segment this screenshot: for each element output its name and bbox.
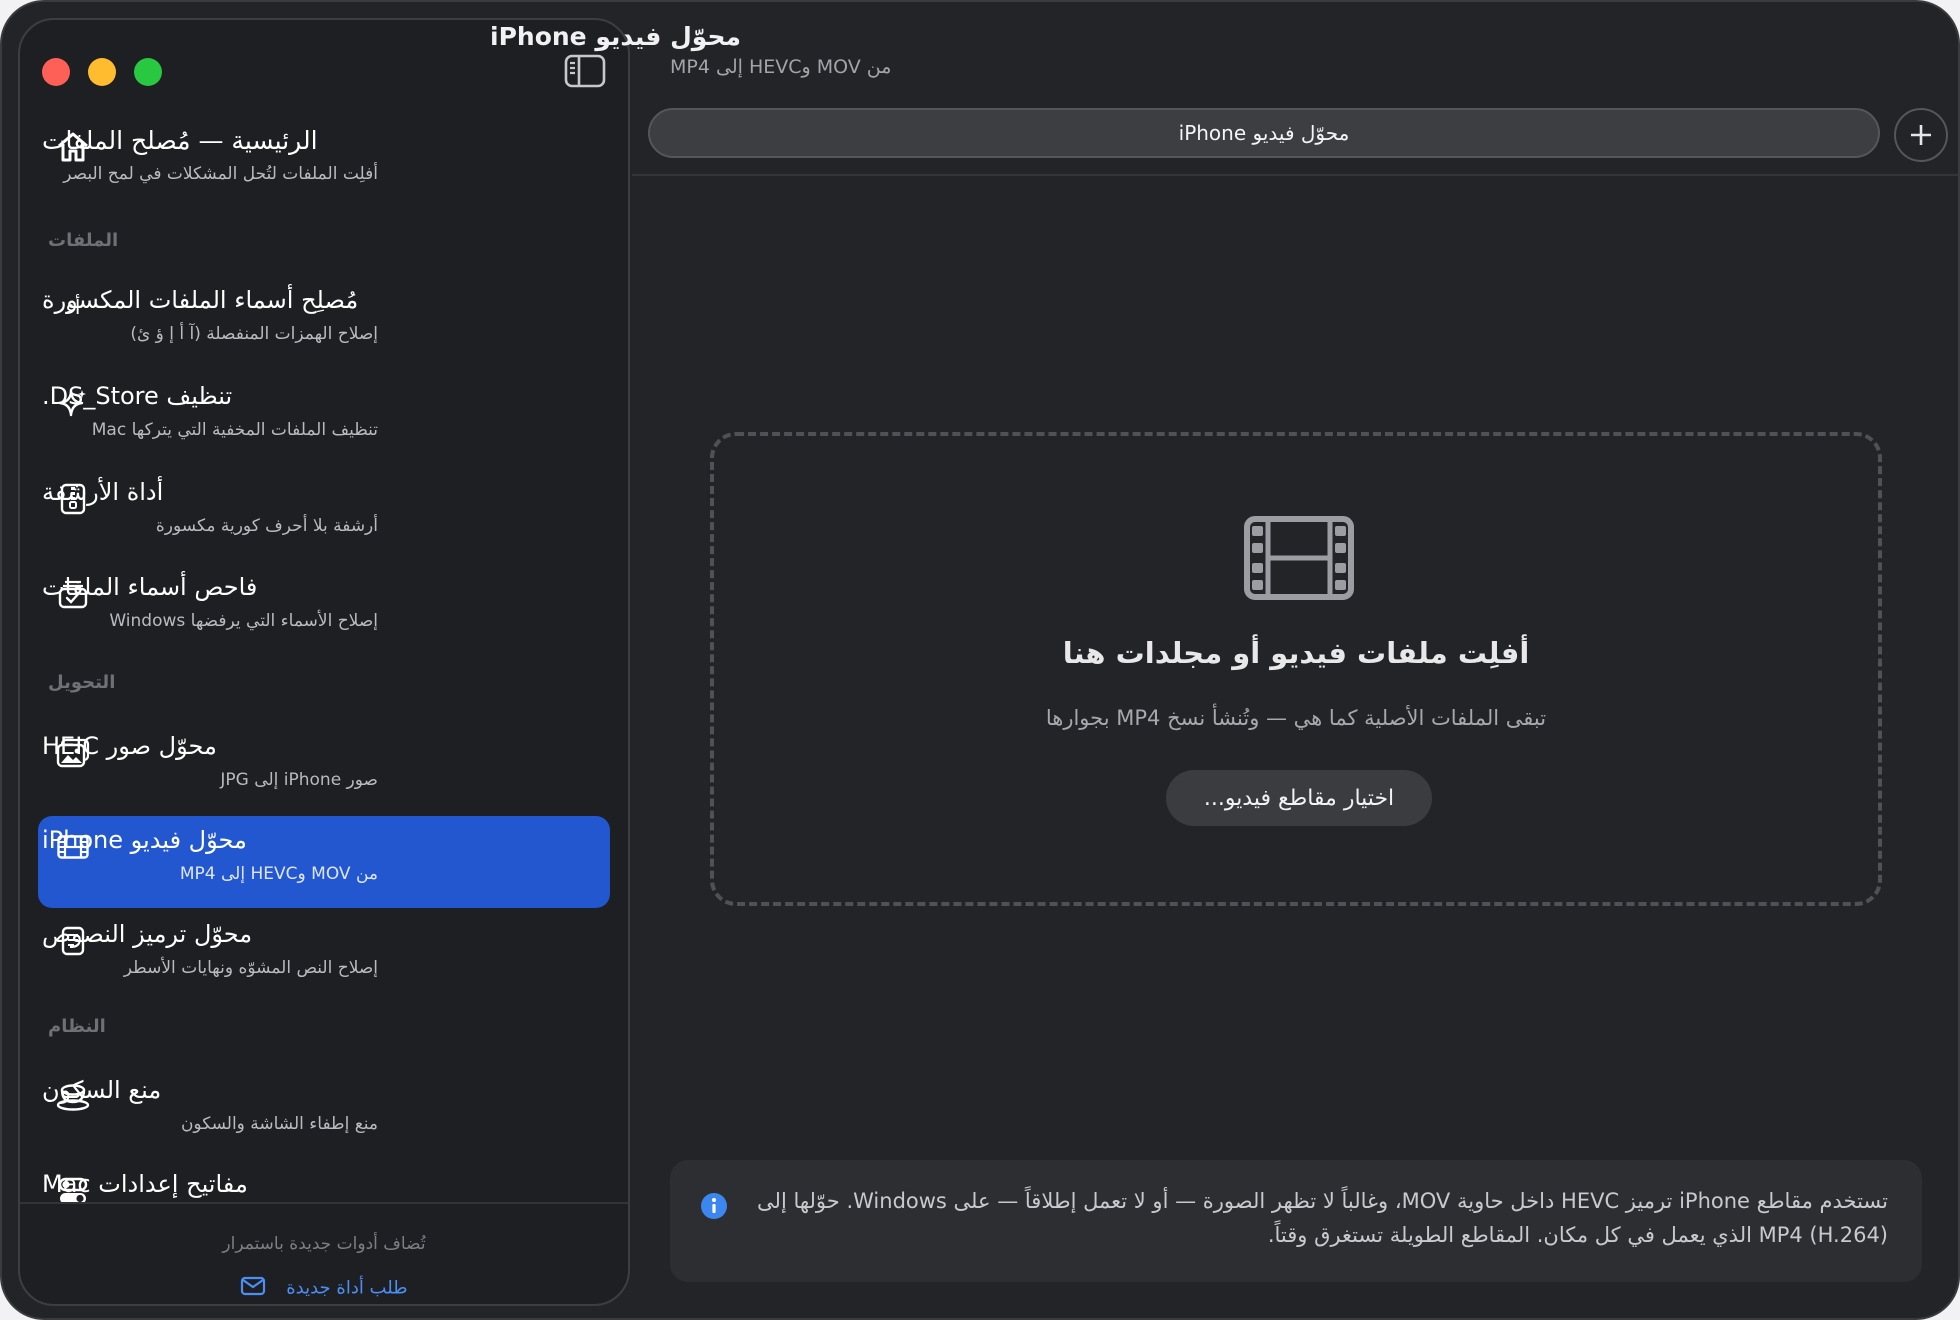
sidebar-item-subtitle: منع إطفاء الشاشة والسكون xyxy=(180,1114,378,1134)
sidebar-item-home[interactable]: الرئيسية — مُصلح الملفات أفلِت الملفات ل… xyxy=(38,116,610,208)
tab-label: محوّل فيديو iPhone xyxy=(1178,121,1350,145)
sidebar-item-subtitle: أرشفة بلا أحرف كورية مكسورة xyxy=(155,516,378,536)
zoom-window-button[interactable] xyxy=(134,58,162,86)
sidebar-item-title: تنظيف DS_Store. xyxy=(42,382,233,410)
request-tool-link[interactable]: طلب أداة جديدة xyxy=(20,1276,628,1301)
sidebar-item-title: منع السكون xyxy=(42,1076,162,1104)
info-banner: تستخدم مقاطع iPhone ترميز HEVC داخل حاوي… xyxy=(670,1160,1922,1282)
page-title: محوّل فيديو iPhone xyxy=(490,22,741,51)
info-icon xyxy=(701,1193,727,1219)
film-strip-icon xyxy=(1244,516,1354,600)
sidebar-footer: تُضاف أدوات جديدة باستمرار طلب أداة جديد… xyxy=(20,1202,628,1304)
sidebar-item-title: أداة الأرشفة xyxy=(42,478,164,506)
sidebar-item-title: فاحص أسماء الملفات xyxy=(42,573,258,601)
section-header-files: الملفات xyxy=(48,230,119,251)
sidebar-item-title: محوّل صور HEIC xyxy=(42,732,217,760)
sidebar-item-title: محوّل فيديو iPhone xyxy=(42,826,247,854)
sidebar-item-subtitle: صور iPhone إلى JPG xyxy=(220,770,378,790)
tab-iphone-video-converter[interactable]: محوّل فيديو iPhone xyxy=(648,108,1880,158)
page-subtitle: من MOV وHEVC إلى MP4 xyxy=(670,56,892,78)
sidebar-item-subtitle: إصلاح الهمزات المنفصلة (آ أ إ ؤ ئ) xyxy=(130,324,378,344)
envelope-icon xyxy=(240,1276,266,1301)
sidebar-item-archiver[interactable]: أداة الأرشفة أرشفة بلا أحرف كورية مكسورة xyxy=(38,468,610,560)
sidebar-item-subtitle: من MOV وHEVC إلى MP4 xyxy=(179,864,378,884)
sidebar-item-heic-converter[interactable]: محوّل صور HEIC صور iPhone إلى JPG xyxy=(38,722,610,814)
sidebar-item-iphone-video-converter[interactable]: محوّل فيديو iPhone من MOV وHEVC إلى MP4 xyxy=(38,816,610,908)
sidebar-item-title: مُصلِح أسماء الملفات المكسورة xyxy=(42,286,359,314)
request-tool-label: طلب أداة جديدة xyxy=(286,1277,408,1299)
header-divider xyxy=(632,174,1958,176)
sidebar-item-text-encoding-converter[interactable]: محوّل ترميز النصوص إصلاح النص المشوّه ون… xyxy=(38,910,610,1002)
sidebar-item-prevent-sleep[interactable]: منع السكون منع إطفاء الشاشة والسكون xyxy=(38,1066,610,1158)
sidebar-item-filename-checker[interactable]: فاحص أسماء الملفات إصلاح الأسماء التي ير… xyxy=(38,563,610,655)
add-tab-button[interactable] xyxy=(1894,108,1948,162)
minimize-window-button[interactable] xyxy=(88,58,116,86)
close-window-button[interactable] xyxy=(42,58,70,86)
section-header-system: النظام xyxy=(48,1016,106,1037)
sidebar-item-subtitle: إصلاح الأسماء التي يرفضها Windows xyxy=(109,611,378,631)
sidebar-item-title: مفاتيح إعدادات Mac xyxy=(42,1170,248,1198)
app-window: الرئيسية — مُصلح الملفات أفلِت الملفات ل… xyxy=(0,0,1960,1320)
dropzone-title: أفلِت ملفات فيديو أو مجلدات هنا xyxy=(1062,636,1530,670)
section-header-convert: التحويل xyxy=(48,672,116,693)
sidebar-item-title: الرئيسية — مُصلح الملفات xyxy=(42,126,318,155)
sidebar-item-subtitle: إصلاح النص المشوّه ونهايات الأسطر xyxy=(123,958,378,978)
sidebar-item-title: محوّل ترميز النصوص xyxy=(42,920,253,948)
sidebar-item-ds-store-cleaner[interactable]: تنظيف DS_Store. تنظيف الملفات المخفية ال… xyxy=(38,372,610,464)
info-text: تستخدم مقاطع iPhone ترميز HEVC داخل حاوي… xyxy=(757,1189,1888,1247)
sidebar-toggle-icon[interactable] xyxy=(564,54,606,88)
dropzone-subtitle: تبقى الملفات الأصلية كما هي — وتُنشأ نسخ… xyxy=(1045,706,1547,730)
sidebar-item-subtitle: أفلِت الملفات لتُحل المشكلات في لمح البص… xyxy=(63,164,378,184)
sidebar: الرئيسية — مُصلح الملفات أفلِت الملفات ل… xyxy=(18,18,630,1306)
sidebar-item-subtitle: تنظيف الملفات المخفية التي يتركها Mac xyxy=(91,420,378,440)
plus-icon xyxy=(1911,125,1931,145)
sidebar-item-filename-fixer[interactable]: أء مُصلِح أسماء الملفات المكسورة إصلاح ا… xyxy=(38,276,610,368)
footer-note: تُضاف أدوات جديدة باستمرار xyxy=(222,1234,426,1254)
choose-videos-button[interactable]: اختيار مقاطع فيديو... xyxy=(1166,770,1432,826)
video-dropzone[interactable]: أفلِت ملفات فيديو أو مجلدات هنا تبقى الم… xyxy=(710,432,1882,906)
